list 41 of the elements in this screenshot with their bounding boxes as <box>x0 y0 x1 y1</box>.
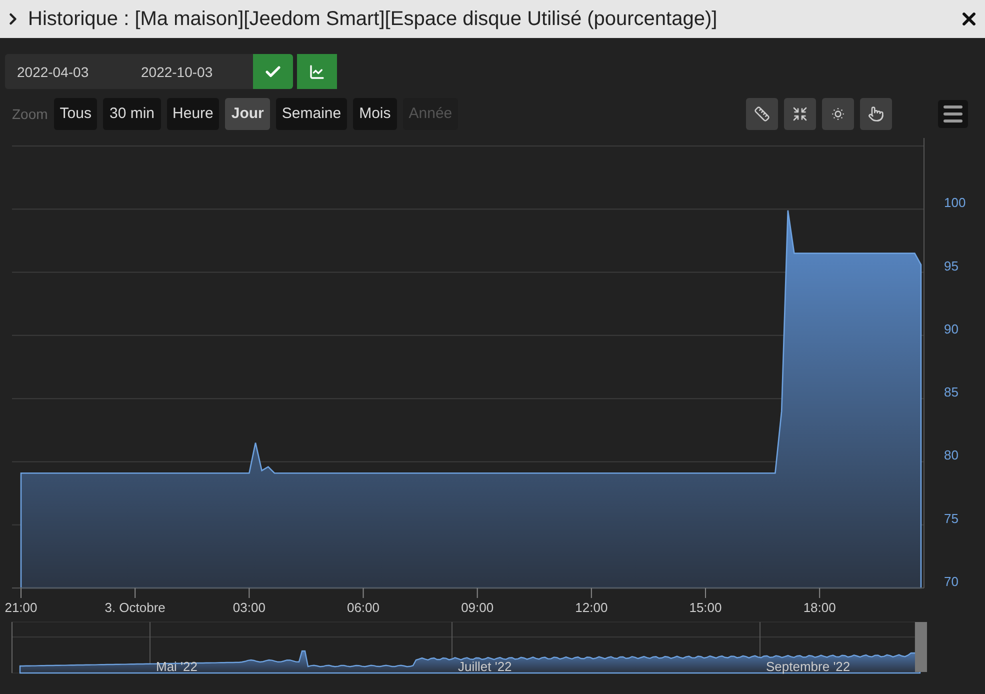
ruler-button[interactable] <box>746 98 778 130</box>
x-axis-label: 18:00 <box>803 600 836 615</box>
y-axis-label: 80 <box>944 448 958 463</box>
x-axis-label: 06:00 <box>346 600 380 615</box>
x-axis-label: 09:00 <box>461 600 494 615</box>
end-date-field[interactable]: 2022-10-03 <box>129 54 253 89</box>
y-axis-label: 90 <box>944 321 958 336</box>
x-axis-label: 03:00 <box>232 600 266 615</box>
x-axis-label: 15:00 <box>689 600 722 615</box>
navigator-label: Juillet '22 <box>458 659 512 674</box>
ruler-icon <box>754 106 770 122</box>
zoom-option[interactable]: Heure <box>166 98 220 130</box>
x-axis-label: 12:00 <box>575 600 608 615</box>
y-axis-label: 95 <box>944 258 958 274</box>
zoom-label: Zoom <box>12 106 48 122</box>
zoom-option[interactable]: Semaine <box>276 98 348 130</box>
hand-pointer-button[interactable] <box>860 98 892 130</box>
navigator-drawing[interactable] <box>12 622 921 674</box>
x-axis-label: 21:00 <box>4 600 38 615</box>
zoom-option[interactable]: 30 min <box>103 98 161 130</box>
x-axis-label: 3. Octobre <box>104 600 166 615</box>
menu-button[interactable] <box>938 100 968 128</box>
start-date-field[interactable]: 2022-04-03 <box>5 54 129 89</box>
sun-button[interactable] <box>822 98 854 130</box>
line-chart-icon <box>309 64 325 80</box>
zoom-option[interactable]: Mois <box>353 98 397 130</box>
shrink-arrows-icon <box>792 106 808 122</box>
hand-pointer-icon <box>868 106 884 122</box>
chart-button[interactable] <box>297 54 337 89</box>
y-axis-label: 70 <box>944 574 958 589</box>
confirm-button[interactable] <box>253 54 293 89</box>
zoom-option[interactable]: Jour <box>225 98 270 130</box>
sun-icon <box>830 106 846 122</box>
y-axis-label: 100 <box>944 195 966 210</box>
shrink-arrows-button[interactable] <box>784 98 816 130</box>
navigator-handle[interactable] <box>915 622 927 672</box>
y-axis-label: 85 <box>944 384 958 400</box>
y-axis-label: 75 <box>944 510 958 526</box>
zoom-option[interactable]: Tous <box>54 98 98 130</box>
navigator-label: Septembre '22 <box>766 659 850 674</box>
window-title: Historique : [Ma maison][Jeedom Smart][Espace disque Utilisé (pourcentage)] <box>28 8 718 30</box>
